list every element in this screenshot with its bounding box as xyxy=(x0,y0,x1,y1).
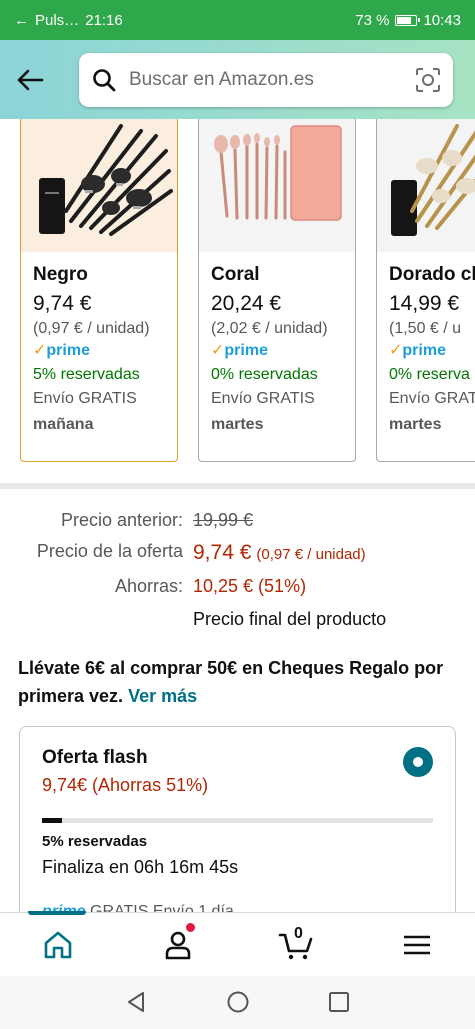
variant-delivery: martes xyxy=(389,416,442,433)
status-bar: ← Puls… 21:16 73 % 10:43 xyxy=(0,0,475,40)
offer-price-value: 9,74 € xyxy=(193,541,252,564)
promo-link[interactable]: Ver más xyxy=(128,686,197,706)
variant-delivery: mañana xyxy=(33,416,94,433)
variant-unit-price: (0,97 € / unidad) xyxy=(33,320,150,337)
battery-percent: 73 % xyxy=(355,11,390,29)
flash-offer-price: 9,74€ (Ahorras 51%) xyxy=(42,775,209,795)
variant-reserved: 0% reserva xyxy=(389,366,470,383)
variant-card-coral[interactable]: Coral 20,24 € (2,02 € / unidad) ✓prime 0… xyxy=(198,119,356,462)
variant-name: Negro xyxy=(33,264,88,285)
variant-reserved: 5% reservadas xyxy=(33,366,140,383)
active-tab-indicator xyxy=(28,911,86,915)
promo-text: Llévate 6€ al comprar 50€ en Cheques Reg… xyxy=(18,658,444,706)
prime-badge: ✓prime xyxy=(33,342,90,359)
product-image xyxy=(21,119,177,252)
variant-shipping: Envío GRAT xyxy=(389,390,475,407)
savings-value: 10,25 € (51%) xyxy=(193,576,307,596)
system-home-icon[interactable] xyxy=(226,990,250,1014)
product-image xyxy=(377,119,475,252)
cart-count: 0 xyxy=(294,925,303,942)
variant-price: 20,24 € xyxy=(211,292,282,315)
variant-unit-price: (1,50 € / u xyxy=(389,320,462,337)
battery-icon xyxy=(395,14,421,26)
status-app-label: Puls… xyxy=(35,11,80,29)
variant-price: 9,74 € xyxy=(33,292,92,315)
home-icon[interactable] xyxy=(40,927,76,963)
flash-offer-title: Oferta flash xyxy=(42,747,148,768)
status-time-right: 10:43 xyxy=(423,11,461,29)
back-arrow-icon[interactable] xyxy=(14,64,46,96)
prime-badge: ✓prime xyxy=(389,342,446,359)
system-nav-bar xyxy=(0,976,475,1029)
gift-card-promo: Llévate 6€ al comprar 50€ en Cheques Reg… xyxy=(18,654,458,710)
account-icon[interactable] xyxy=(160,927,196,963)
reserved-progress-bar xyxy=(42,818,433,823)
system-back-icon[interactable] xyxy=(124,990,148,1014)
offer-price-label: Precio de la oferta xyxy=(36,541,183,561)
previous-price-value: 19,99 € xyxy=(193,510,254,530)
previous-price-label: Precio anterior: xyxy=(60,510,183,530)
variant-reserved: 0% reservadas xyxy=(211,366,318,383)
prime-badge: ✓prime xyxy=(211,342,268,359)
variant-carousel: Negro 9,74 € (0,97 € / unidad) ✓prime 5%… xyxy=(0,119,475,489)
system-recents-icon[interactable] xyxy=(327,990,351,1014)
search-input[interactable]: Buscar en Amazon.es xyxy=(129,69,415,91)
back-arrow-small-icon: ← xyxy=(14,11,29,29)
variant-card-dorado[interactable]: Dorado cl 14,99 € (1,50 € / u ✓prime 0% … xyxy=(376,119,475,462)
search-icon xyxy=(93,69,116,92)
menu-icon[interactable] xyxy=(399,927,435,963)
variant-name: Dorado cl xyxy=(389,264,475,285)
offer-unit-price: (0,97 € / unidad) xyxy=(256,546,366,563)
savings-label: Ahorras: xyxy=(114,576,183,596)
variant-price: 14,99 € xyxy=(389,292,460,315)
status-time-left: 21:16 xyxy=(85,11,123,29)
product-image xyxy=(199,119,355,252)
variant-name: Coral xyxy=(211,264,260,285)
flash-reserved: 5% reservadas xyxy=(42,833,148,850)
variant-shipping: Envío GRATIS xyxy=(211,390,315,407)
variant-unit-price: (2,02 € / unidad) xyxy=(211,320,328,337)
flash-countdown: Finaliza en 06h 16m 45s xyxy=(42,857,239,877)
header: Buscar en Amazon.es xyxy=(0,40,475,119)
section-divider xyxy=(0,483,475,489)
final-price-note: Precio final del producto xyxy=(193,609,387,629)
flash-offer-radio[interactable] xyxy=(403,747,433,777)
variant-shipping: Envío GRATIS xyxy=(33,390,137,407)
search-bar[interactable]: Buscar en Amazon.es xyxy=(79,53,453,107)
notification-dot xyxy=(186,923,195,932)
bottom-nav: 0 xyxy=(0,911,475,976)
variant-card-negro[interactable]: Negro 9,74 € (0,97 € / unidad) ✓prime 5%… xyxy=(20,119,178,462)
camera-lens-icon[interactable] xyxy=(415,67,441,93)
variant-delivery: martes xyxy=(211,416,264,433)
reserved-progress-fill xyxy=(42,818,62,823)
